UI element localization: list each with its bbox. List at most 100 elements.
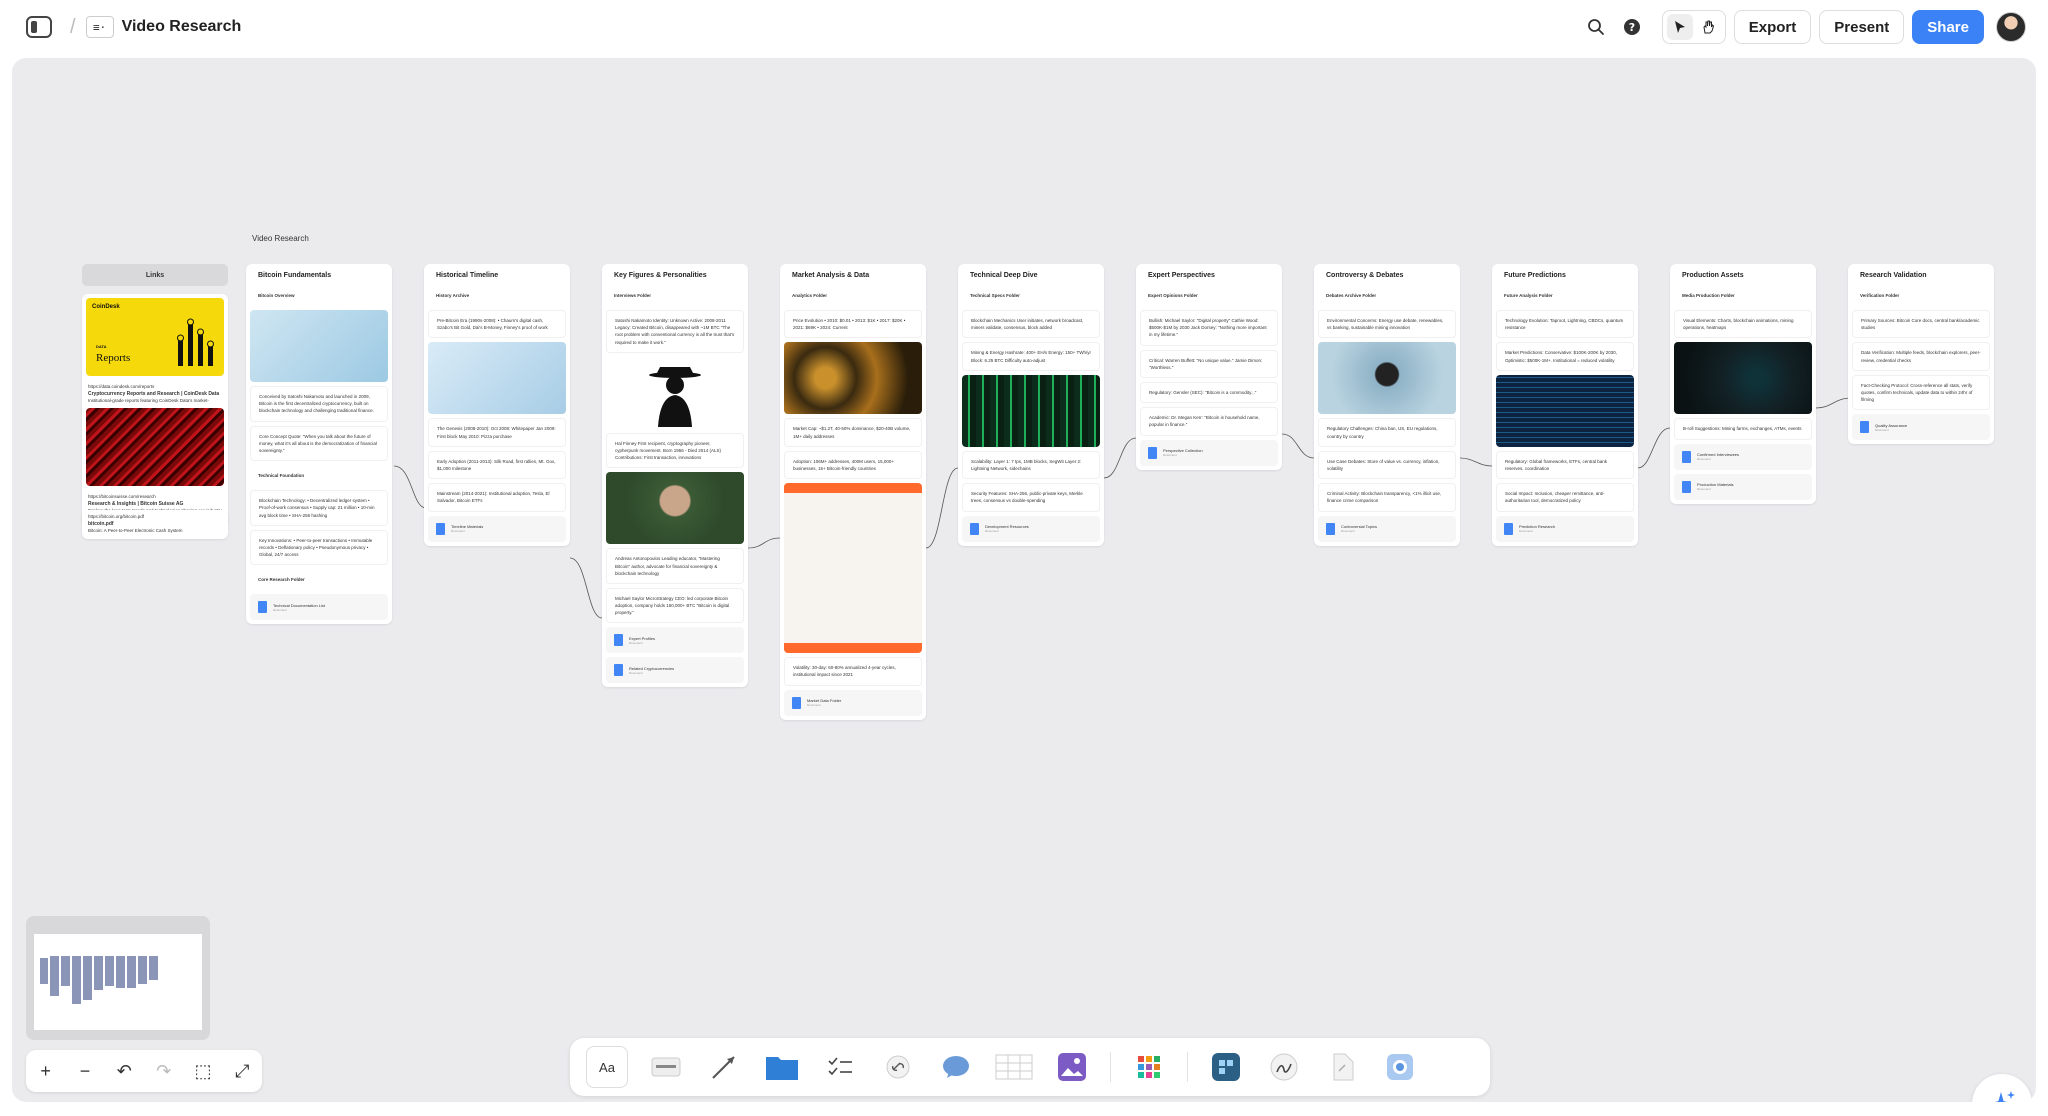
rock-photo[interactable] — [1318, 342, 1456, 415]
document-file[interactable]: Development Resources Document — [962, 515, 1100, 542]
comment-tool-icon[interactable] — [936, 1047, 976, 1087]
hands-money-illustration[interactable] — [784, 483, 922, 654]
note-card[interactable]: Blockchain Mechanics User initiates, net… — [962, 310, 1100, 339]
note-card[interactable]: Bullish: Michael Saylor: "Digital proper… — [1140, 310, 1278, 346]
board-column[interactable]: Technical Deep Dive Technical Specs Folde… — [958, 264, 1104, 546]
note-card[interactable]: Satoshi Nakamoto Identity: Unknown Activ… — [606, 310, 744, 353]
document-file[interactable]: Market Data Folder Document — [784, 689, 922, 716]
portrait-photo[interactable] — [606, 472, 744, 545]
apps-grid-icon[interactable] — [1129, 1047, 1169, 1087]
document-file[interactable]: Technical Documentation List Document — [250, 594, 388, 621]
document-file[interactable]: Prediction Research Document — [1496, 515, 1634, 542]
app-icon[interactable] — [1206, 1047, 1246, 1087]
folder-heading[interactable]: Debates Archive Folder — [1314, 285, 1460, 306]
folder-heading[interactable]: History Archive — [424, 285, 570, 306]
satoshi-silhouette[interactable] — [606, 356, 744, 429]
folder-heading[interactable]: Interviews Folder — [602, 285, 748, 306]
table-tool-icon[interactable] — [994, 1047, 1034, 1087]
document-file[interactable]: Timeline Materials Document — [428, 515, 566, 542]
folder-heading[interactable]: Core Research Folder — [246, 569, 392, 590]
pointer-icon[interactable] — [1666, 14, 1693, 40]
image-tool-icon[interactable] — [1052, 1047, 1092, 1087]
note-card[interactable]: Visual Elements: Charts, blockchain anim… — [1674, 310, 1812, 339]
note-card[interactable]: Technology Evolution: Taproot, Lightning… — [1496, 310, 1634, 339]
document-file[interactable]: Perspective Collection Document — [1140, 439, 1278, 466]
column-title[interactable]: Controversy & Debates — [1314, 264, 1460, 285]
note-card[interactable]: The Genesis (2008-2010): Oct 2008: White… — [428, 418, 566, 447]
folder-heading[interactable]: Future Analysis Folder — [1492, 285, 1638, 306]
column-title[interactable]: Historical Timeline — [424, 264, 570, 285]
fit-to-screen-button[interactable]: ⬚ — [189, 1061, 217, 1082]
board-canvas[interactable]: Video Research Links CoinDesk DATA Repor… — [12, 58, 2036, 1102]
link-card-bitcoin-suisse[interactable]: https://bitcoinsuisse.com/research Resea… — [82, 404, 228, 526]
note-card[interactable]: Mainstream (2014-2021): Institutional ad… — [428, 483, 566, 512]
draw-tool-icon[interactable] — [1264, 1047, 1304, 1087]
note-card[interactable]: Blockchain Technology: • Decentralized l… — [250, 490, 388, 526]
timeline-illustration[interactable] — [428, 342, 566, 415]
column-title[interactable]: Future Predictions — [1492, 264, 1638, 285]
board-column[interactable]: Production Assets Media Production Folder… — [1670, 264, 1816, 504]
search-icon[interactable] — [1582, 13, 1610, 41]
hand-icon[interactable] — [1695, 14, 1721, 40]
zoom-in-button[interactable]: + — [32, 1061, 60, 1082]
board-column[interactable]: Expert Perspectives Expert Opinions Folde… — [1136, 264, 1282, 470]
export-button[interactable]: Export — [1733, 10, 1812, 44]
note-card[interactable]: Scalability: Layer 1: 7 tps, 1MB blocks,… — [962, 450, 1100, 480]
note-card[interactable]: Regulatory: Global frameworks, ETFs, cen… — [1496, 450, 1634, 480]
note-card[interactable]: Michael Saylor MicroStrategy CEO: led co… — [606, 587, 744, 624]
board-column[interactable]: Key Figures & Personalities Interviews Fo… — [602, 264, 748, 688]
note-card[interactable]: Market Cap: ~$1.2T, 40-50% dominance, $2… — [784, 418, 922, 447]
board-label[interactable]: Video Research — [252, 234, 309, 243]
folder-heading[interactable]: Media Production Folder — [1670, 285, 1816, 306]
note-card[interactable]: Market Predictions: Conservative: $100K-… — [1496, 342, 1634, 371]
note-card[interactable]: Data Verification: Multiple feeds, block… — [1852, 342, 1990, 371]
chart-screen-photo[interactable] — [1496, 374, 1634, 447]
minimap[interactable] — [26, 916, 210, 1040]
link-tool-icon[interactable] — [878, 1047, 918, 1087]
note-card[interactable]: Critical: Warren Buffett: "No unique val… — [1140, 349, 1278, 378]
board-column[interactable]: Market Analysis & Data Analytics Folder Pr… — [780, 264, 926, 720]
board-column[interactable]: Research Validation Verification Folder Pr… — [1848, 264, 1994, 445]
column-title[interactable]: Technical Deep Dive — [958, 264, 1104, 285]
board-column[interactable]: Historical Timeline History Archive Pre-Bi… — [424, 264, 570, 546]
note-card[interactable]: Conceived by Satoshi Nakamoto and launch… — [250, 386, 388, 422]
help-icon[interactable]: ? — [1618, 13, 1646, 41]
undo-button[interactable]: ↶ — [110, 1061, 138, 1082]
attachment-tool-icon[interactable] — [1322, 1047, 1362, 1087]
board-column[interactable]: Controversy & Debates Debates Archive Fol… — [1314, 264, 1460, 546]
note-card[interactable]: Volatility: 30-day: 60-80% annualized 4-… — [784, 657, 922, 686]
studio-photo[interactable] — [1674, 342, 1812, 415]
note-card[interactable]: Adoption: 106M+ addresses, 400M users, 1… — [784, 450, 922, 480]
note-card[interactable]: Environmental Concerns: Energy use debat… — [1318, 310, 1456, 339]
avatar[interactable] — [1996, 12, 2026, 42]
document-file[interactable]: Quality Assurance Document — [1852, 414, 1990, 441]
note-card[interactable]: Core Concept Quote: "When you talk about… — [250, 425, 388, 462]
note-card[interactable]: Criminal Activity: Blockchain transparen… — [1318, 483, 1456, 512]
folder-heading[interactable]: Technical Foundation — [246, 465, 392, 486]
board-icon[interactable]: ≡· — [85, 16, 114, 38]
column-title[interactable]: Expert Perspectives — [1136, 264, 1282, 285]
board-column[interactable]: Bitcoin Fundamentals Bitcoin Overview Conc… — [246, 264, 392, 625]
folder-heading[interactable]: Expert Opinions Folder — [1136, 285, 1282, 306]
board-column[interactable]: Future Predictions Future Analysis Folder… — [1492, 264, 1638, 546]
folder-heading[interactable]: Technical Specs Folder — [958, 285, 1104, 306]
zoom-out-button[interactable]: − — [71, 1061, 99, 1082]
bitcoin-illustration[interactable] — [250, 310, 388, 382]
note-card[interactable]: Early Adoption (2011-2013): Silk Road, f… — [428, 450, 566, 480]
folder-heading[interactable]: Bitcoin Overview — [246, 285, 392, 306]
note-card[interactable]: Hal Finney First recipient, cryptography… — [606, 432, 744, 469]
document-file[interactable]: Confirmed Interviewees Document — [1674, 443, 1812, 470]
folder-tool-icon[interactable] — [762, 1047, 802, 1087]
document-file[interactable]: Controversial Topics Document — [1318, 515, 1456, 542]
note-card[interactable]: Use Case Debates: Store of value vs. cur… — [1318, 450, 1456, 480]
note-card[interactable]: Mining & Energy Hashrate: 400+ EH/s Ener… — [962, 342, 1100, 371]
redo-button[interactable]: ↷ — [150, 1061, 178, 1082]
column-title[interactable]: Market Analysis & Data — [780, 264, 926, 285]
share-button[interactable]: Share — [1912, 10, 1984, 44]
folder-heading[interactable]: Verification Folder — [1848, 285, 1994, 306]
column-title[interactable]: Production Assets — [1670, 264, 1816, 285]
link-card-coindesk[interactable]: CoinDesk DATA Reports https://data.coind… — [82, 294, 228, 416]
note-card[interactable]: Key Innovations: • Peer-to-peer transact… — [250, 529, 388, 566]
note-card[interactable]: Price Evolution • 2010: $0.01 • 2013: $1… — [784, 310, 922, 339]
link-card-bitcoin-pdf[interactable]: https://bitcoin.org/bitcoin.pdf bitcoin.… — [82, 510, 228, 539]
